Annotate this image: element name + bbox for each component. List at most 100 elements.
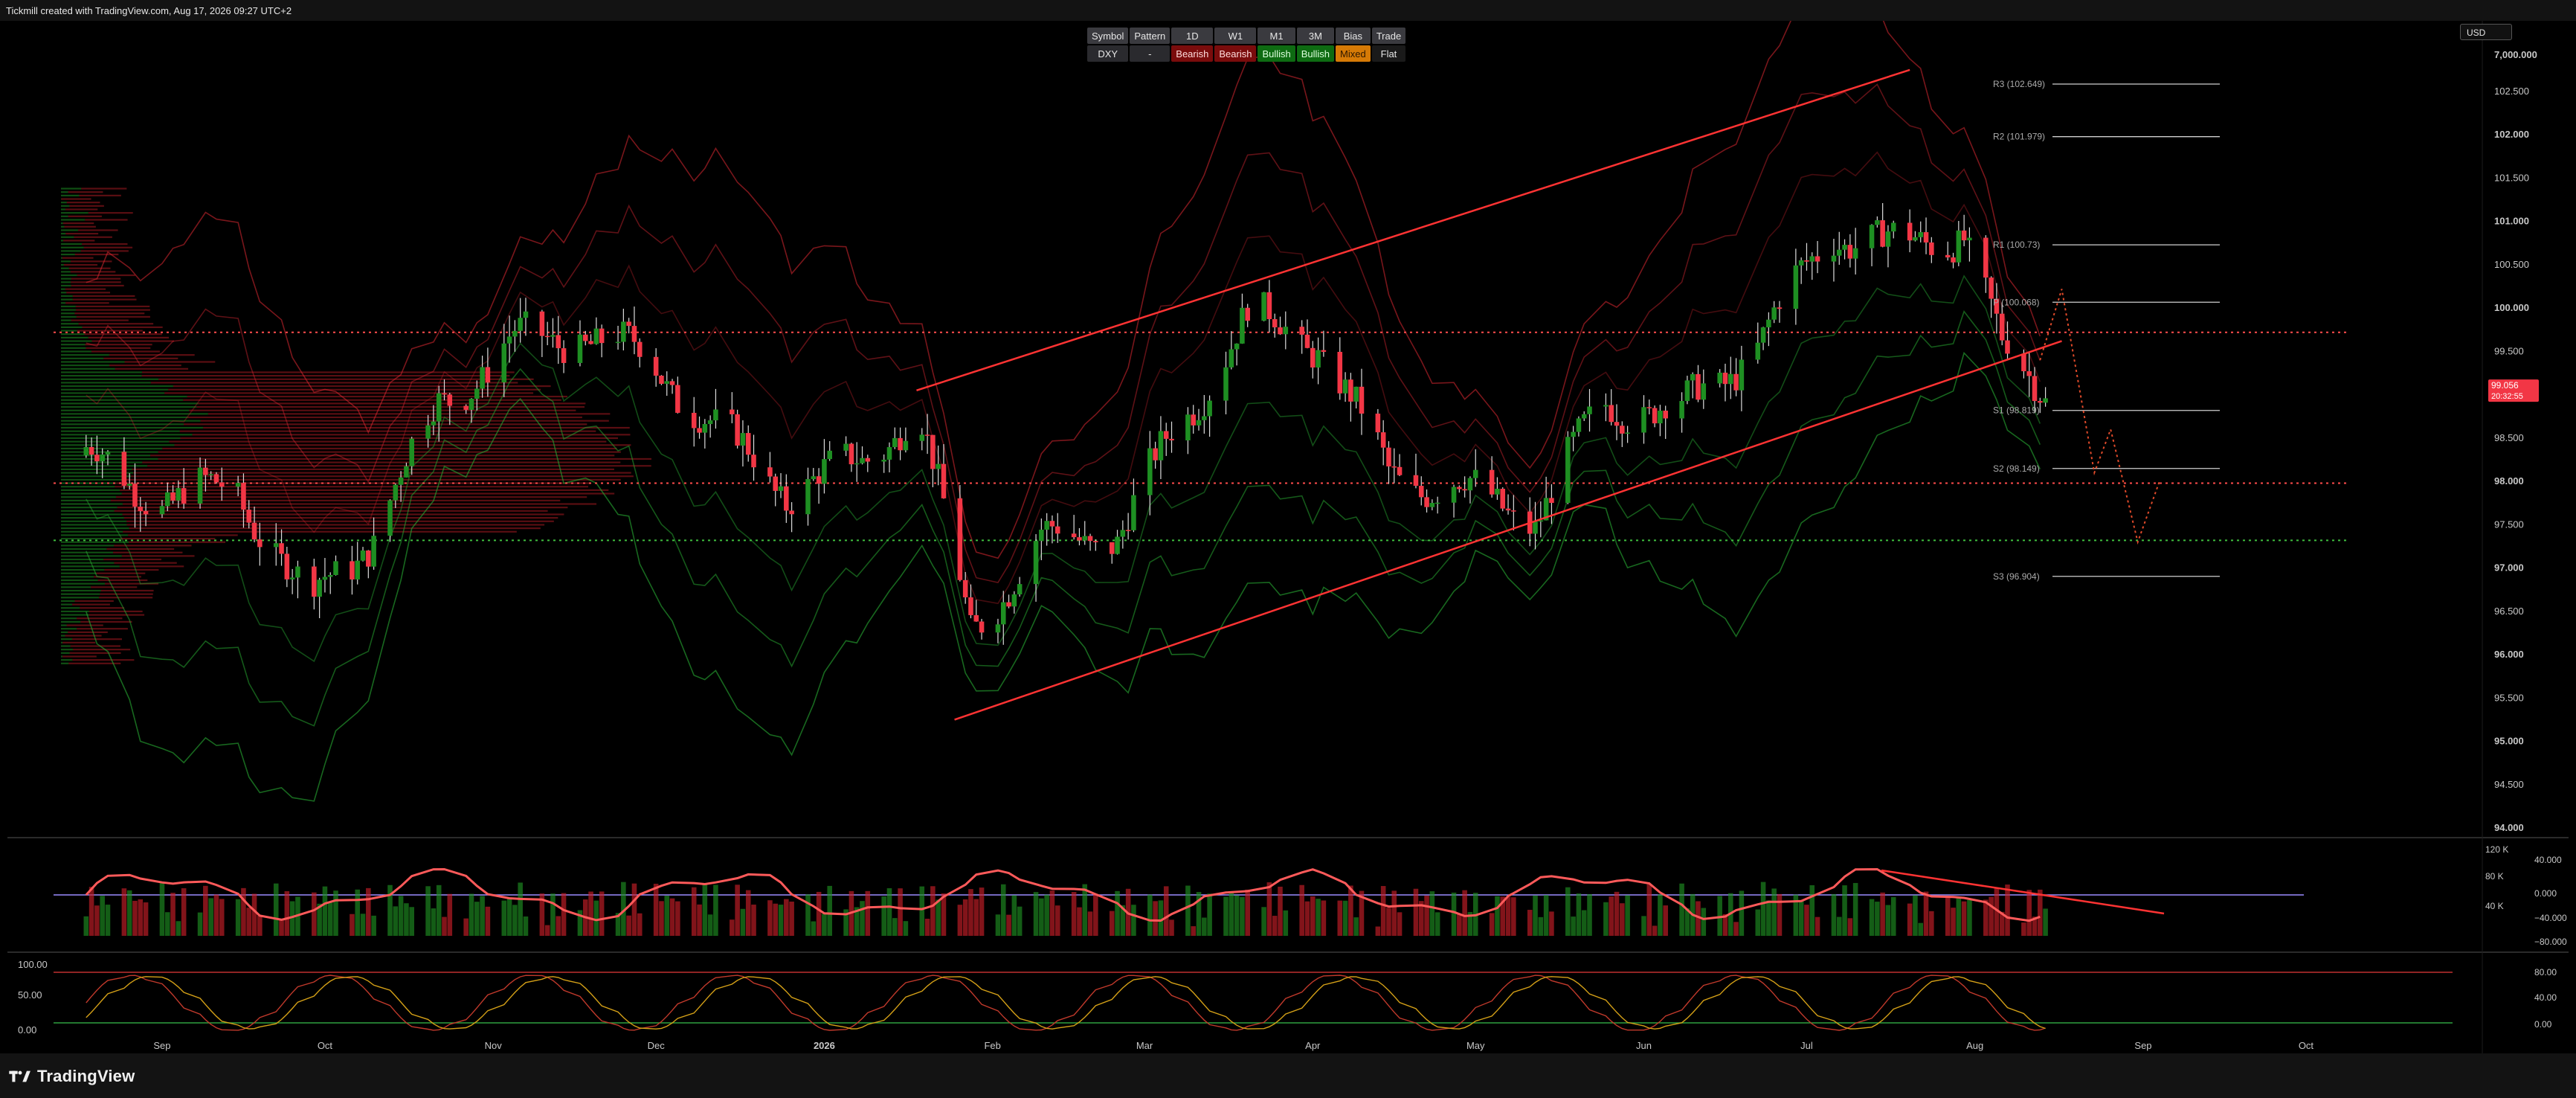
time-axis-label: Feb (984, 1040, 1000, 1051)
candle-bearish (94, 455, 100, 462)
candle-bearish (898, 437, 903, 451)
candle-bearish (1505, 508, 1511, 511)
price-tick-label: 100.500 (2494, 259, 2529, 270)
candle-bearish (1945, 254, 1951, 258)
volume-bar (203, 885, 208, 936)
volume-bar (1733, 922, 1739, 936)
candle-bullish (827, 450, 832, 460)
volume-profile-bar-sell (78, 229, 118, 231)
candle-bullish (1451, 487, 1457, 503)
volume-profile-bar-sell (189, 409, 576, 411)
volume-profile-bar-sell (76, 315, 150, 318)
volume-bar (398, 896, 404, 936)
volume-tick-label: 40 K (2485, 901, 2504, 911)
volume-profile-bar-sell (187, 395, 567, 398)
price-tick-label: 101.000 (2494, 216, 2529, 227)
volume-bar (1815, 916, 1820, 936)
candle-bearish (1359, 386, 1365, 414)
volume-bar (1739, 890, 1745, 936)
volume-profile-bar-sell (78, 323, 154, 325)
volume-bar (1299, 884, 1304, 936)
candle-bullish (518, 318, 523, 331)
volume-bar (860, 901, 865, 936)
volume-profile-bar-buy (61, 402, 199, 405)
candle-bearish (588, 341, 593, 344)
volume-bar (1375, 926, 1381, 936)
candle-bullish (1000, 602, 1006, 625)
tradingview-logo[interactable]: TradingView (9, 1067, 135, 1086)
candle-bullish (1115, 536, 1120, 554)
volume-bar (778, 905, 784, 936)
candle-bullish (1467, 478, 1473, 491)
bias-value-3m: Bullish (1296, 45, 1335, 62)
candle-bullish (1831, 255, 1837, 262)
candle-bearish (556, 335, 561, 349)
price-tick-label: 100.000 (2494, 302, 2529, 313)
candle-bearish (1386, 447, 1391, 466)
time-axis-label: Sep (2134, 1040, 2151, 1051)
volume-profile-bar-sell (88, 614, 145, 616)
candle-bullish (208, 474, 213, 475)
candle-bullish (1565, 437, 1571, 504)
candle-bearish (1006, 602, 1011, 607)
candle-bearish (697, 428, 702, 433)
volume-bar (1017, 906, 1023, 936)
volume-bar (2026, 890, 2032, 936)
candle-bearish (1722, 372, 1728, 385)
volume-profile-bar-buy (61, 375, 142, 377)
candle-bearish (767, 467, 773, 477)
candle-bearish (599, 328, 605, 344)
volume-profile-bar-sell (86, 347, 151, 349)
candle-bullish (843, 443, 849, 451)
candle-bullish (615, 341, 621, 344)
candle-bullish (1342, 379, 1348, 394)
volume-profile-bar-sell (82, 243, 128, 245)
volume-profile-bar-buy (61, 233, 66, 235)
volume-profile-bar-sell (113, 551, 183, 553)
chart-area[interactable]: 7,000.000 102.500 102.000 101.500 101.000 100… (7, 21, 2569, 1053)
volume-bar (159, 882, 165, 936)
volume-bar (1261, 907, 1266, 936)
price-tick-label: 96.000 (2494, 649, 2524, 660)
candle-bearish (669, 381, 675, 385)
volume-profile-bar-buy (61, 562, 115, 564)
volume-profile-bar-sell (150, 382, 518, 384)
upper-band-line (86, 151, 2041, 605)
volume-bar (1000, 884, 1006, 936)
volume-profile-bar-buy (61, 517, 124, 519)
candle-bearish (626, 321, 631, 327)
volume-profile-bar-buy (61, 475, 132, 478)
volume-profile-bar-buy (61, 541, 129, 543)
volume-profile-bar-sell (61, 198, 91, 200)
volume-bar (1571, 916, 1576, 936)
volume-bar (707, 914, 713, 936)
volume-profile-bar-sell (82, 326, 163, 328)
candle-bullish (1011, 594, 1017, 607)
price-chart-svg[interactable]: 7,000.000 102.500 102.000 101.500 101.000 100… (7, 21, 2569, 1053)
volume-profile-bar-sell (96, 572, 146, 574)
candle-bullish (1353, 386, 1359, 402)
volume-profile-bar-buy (61, 620, 81, 623)
candle-bearish (1191, 414, 1196, 426)
volume-bar (930, 886, 936, 936)
pivot-label: R3 (102.649) (1993, 79, 2045, 89)
volume-bar (730, 919, 735, 936)
volume-profile-bar-buy (61, 499, 111, 501)
volume-profile-bar-buy (61, 534, 129, 536)
time-axis-label: Oct (318, 1040, 333, 1051)
candle-bullish (1576, 418, 1582, 432)
volume-profile-bar-sell (74, 312, 145, 315)
volume-profile-bar-sell (158, 378, 534, 380)
volume-bar (213, 894, 219, 936)
volume-bar (968, 889, 973, 936)
currency-selector[interactable]: USD (2460, 24, 2512, 40)
volume-bar (1907, 903, 1913, 936)
candle-bearish (561, 348, 567, 363)
candle-bullish (468, 398, 474, 410)
volume-bar (1202, 917, 1207, 936)
candle-bullish (333, 561, 338, 575)
candle-bullish (1147, 448, 1153, 495)
candle-bearish (2005, 340, 2010, 354)
candle-bullish (289, 577, 295, 580)
bias-header-symbol: Symbol (1087, 28, 1129, 44)
